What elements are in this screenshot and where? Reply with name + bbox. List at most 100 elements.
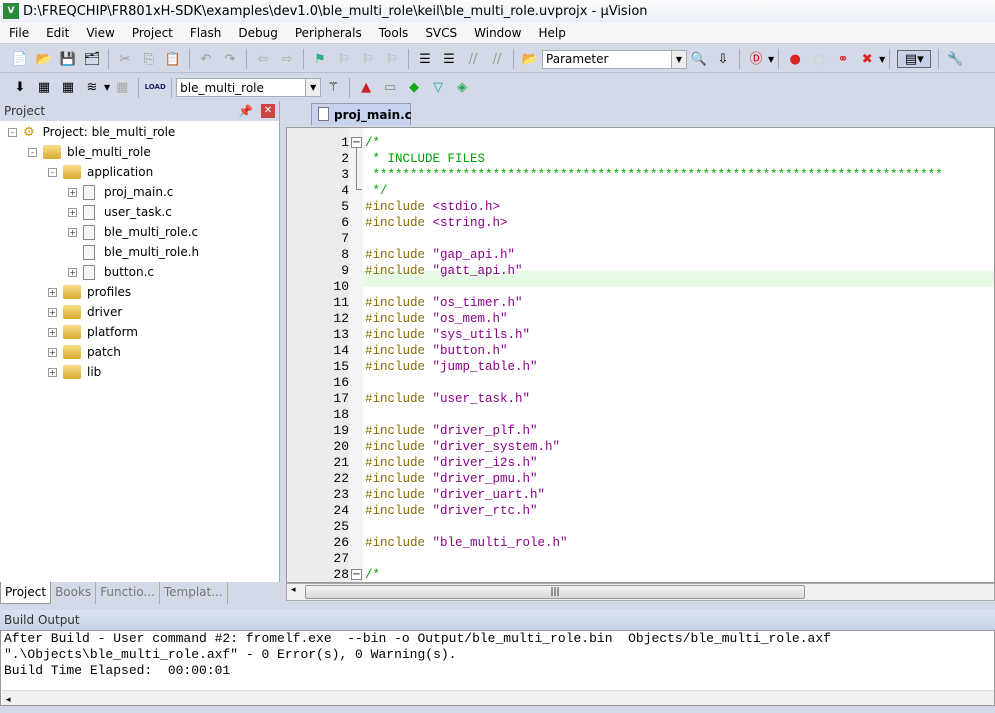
close-icon[interactable]: ✕: [261, 104, 275, 118]
rte-icon[interactable]: ◆: [405, 79, 423, 97]
save-icon[interactable]: 💾: [59, 50, 77, 68]
select-software-packs-icon[interactable]: ◈: [453, 79, 471, 97]
disable-breakpoint-icon[interactable]: ○: [810, 50, 828, 68]
tree-item[interactable]: + ble_multi_role.c: [68, 222, 198, 242]
window-layout-button[interactable]: ▤▾: [897, 50, 932, 68]
tree-item[interactable]: - application: [48, 162, 153, 182]
kill-breakpoints-icon[interactable]: ✖: [858, 50, 876, 68]
tree-item[interactable]: + driver: [48, 302, 122, 322]
bookmark-icon[interactable]: ⚑: [311, 50, 329, 68]
expand-icon[interactable]: +: [48, 367, 57, 377]
target-options-wand-icon[interactable]: ⚚: [324, 79, 342, 97]
prev-bookmark-icon[interactable]: ⚐: [335, 50, 353, 68]
scrollbar-thumb[interactable]: |||: [305, 585, 805, 599]
tree-item[interactable]: + platform: [48, 322, 138, 342]
fold-line: [356, 148, 362, 190]
tree-item[interactable]: + button.c: [68, 262, 154, 282]
cut-icon[interactable]: ✂: [116, 50, 134, 68]
tab-functio[interactable]: Functio...: [96, 582, 160, 604]
fold-toggle-icon[interactable]: −: [351, 569, 362, 580]
scroll-left-icon[interactable]: ◂: [2, 695, 11, 705]
collapse-icon[interactable]: -: [8, 127, 17, 137]
comment-icon[interactable]: //: [464, 50, 482, 68]
clear-bookmarks-icon[interactable]: ⚐: [383, 50, 401, 68]
tab-project[interactable]: Project: [0, 582, 52, 604]
open-icon[interactable]: 📂: [35, 50, 53, 68]
breakpoint-icon[interactable]: ●: [786, 50, 804, 68]
indent-icon[interactable]: ☰: [416, 50, 434, 68]
file-extensions-icon[interactable]: ▭: [381, 79, 399, 97]
chevron-down-icon[interactable]: ▼: [671, 50, 686, 68]
rebuild-icon[interactable]: ▦: [59, 79, 77, 97]
tab-proj-main-c[interactable]: proj_main.c: [311, 103, 412, 125]
tree-item[interactable]: ble_multi_role.h: [68, 242, 199, 262]
load-download-icon[interactable]: LOAD: [145, 79, 166, 97]
code-editor[interactable]: 1 2 3 4 5 6 7 8 9 10 11 12 13 14 15 16 17 18 19 20 21 22 23 24 2…: [286, 127, 995, 583]
save-all-icon[interactable]: 🗂: [83, 50, 101, 68]
expand-icon[interactable]: +: [48, 287, 57, 297]
new-file-icon[interactable]: 📄: [11, 50, 29, 68]
pin-icon[interactable]: 📌: [238, 104, 253, 118]
find-in-files-icon[interactable]: 📂: [521, 50, 539, 68]
stop-build-icon[interactable]: ▦: [113, 79, 131, 97]
disable-all-breakpoints-icon[interactable]: ⚭: [834, 50, 852, 68]
expand-icon[interactable]: +: [48, 327, 57, 337]
expand-icon[interactable]: +: [68, 267, 77, 277]
tree-item[interactable]: - ble_multi_role: [28, 142, 151, 162]
next-bookmark-icon[interactable]: ⚐: [359, 50, 377, 68]
folder-icon: [63, 345, 81, 359]
translate-icon[interactable]: ⬇: [11, 79, 29, 97]
uncomment-icon[interactable]: //: [488, 50, 506, 68]
tree-item[interactable]: + profiles: [48, 282, 131, 302]
tree-item[interactable]: + lib: [48, 362, 101, 382]
debug-session-icon[interactable]: Ⓓ: [747, 50, 765, 68]
menu-debug[interactable]: Debug: [229, 26, 285, 40]
nav-forward-icon[interactable]: ⇨: [278, 50, 296, 68]
scroll-left-icon[interactable]: ◂: [291, 585, 296, 595]
build-output-scrollbar[interactable]: ◂: [2, 690, 994, 705]
tree-item[interactable]: + patch: [48, 342, 121, 362]
expand-icon[interactable]: +: [68, 227, 77, 237]
line-number: 15: [333, 359, 349, 374]
code-line: #include "driver_system.h": [365, 439, 560, 455]
menu-peripherals[interactable]: Peripherals: [286, 26, 370, 40]
menu-edit[interactable]: Edit: [37, 26, 77, 40]
menu-svcs[interactable]: SVCS: [416, 26, 465, 40]
expand-icon[interactable]: +: [48, 347, 57, 357]
menu-window[interactable]: Window: [465, 26, 529, 40]
batch-build-icon[interactable]: ≋: [83, 79, 101, 97]
collapse-icon[interactable]: -: [28, 147, 37, 157]
tree-item[interactable]: + user_task.c: [68, 202, 172, 222]
undo-icon[interactable]: ↶: [197, 50, 215, 68]
manage-components-icon[interactable]: ▲: [357, 79, 375, 97]
tree-item[interactable]: - ⚙ Project: ble_multi_role: [8, 122, 175, 142]
target-combo[interactable]: ble_multi_role ▼: [176, 78, 322, 97]
fold-toggle-icon[interactable]: −: [351, 137, 362, 148]
chevron-down-icon[interactable]: ▼: [305, 79, 321, 96]
unindent-icon[interactable]: ☰: [440, 50, 458, 68]
tab-templat[interactable]: Templat...: [160, 582, 228, 604]
tree-item[interactable]: + proj_main.c: [68, 182, 173, 202]
build-icon[interactable]: ▦: [35, 79, 53, 97]
pack-installer-icon[interactable]: ▽: [429, 79, 447, 97]
editor-horizontal-scrollbar[interactable]: ◂ |||: [286, 583, 995, 601]
nav-back-icon[interactable]: ⇦: [254, 50, 272, 68]
find-combo[interactable]: Parameter ▼: [542, 49, 687, 69]
menu-tools[interactable]: Tools: [370, 26, 417, 40]
menu-file[interactable]: File: [0, 26, 37, 40]
redo-icon[interactable]: ↷: [221, 50, 239, 68]
incremental-find-icon[interactable]: ⇩: [714, 50, 732, 68]
menu-view[interactable]: View: [77, 26, 122, 40]
configure-wrench-icon[interactable]: 🔧: [946, 50, 964, 68]
expand-icon[interactable]: +: [68, 187, 77, 197]
find-icon[interactable]: 🔍: [690, 50, 708, 68]
tab-books[interactable]: Books: [51, 582, 97, 604]
copy-icon[interactable]: ⎘: [140, 50, 158, 68]
menu-project[interactable]: Project: [123, 26, 181, 40]
expand-icon[interactable]: +: [68, 207, 77, 217]
menu-flash[interactable]: Flash: [181, 26, 229, 40]
collapse-icon[interactable]: -: [48, 167, 57, 177]
expand-icon[interactable]: +: [48, 307, 57, 317]
menu-help[interactable]: Help: [529, 26, 573, 40]
paste-icon[interactable]: 📋: [164, 50, 182, 68]
